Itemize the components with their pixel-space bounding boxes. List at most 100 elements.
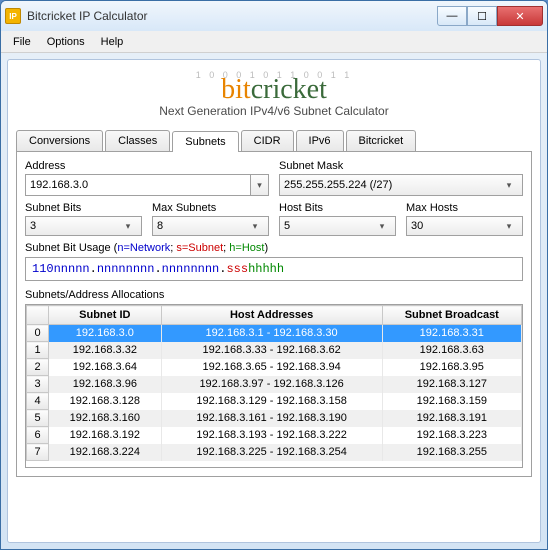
row-index: 4	[27, 393, 49, 410]
row-index: 3	[27, 376, 49, 393]
tab-bitcricket[interactable]: Bitcricket	[346, 130, 417, 151]
row-index: 2	[27, 359, 49, 376]
chevron-down-icon: ▾	[119, 221, 137, 232]
row-index: 7	[27, 444, 49, 461]
table-row[interactable]: 7192.168.3.224192.168.3.225 - 192.168.3.…	[27, 444, 522, 461]
col-subnet-broadcast[interactable]: Subnet Broadcast	[382, 306, 521, 325]
table-row[interactable]: 2192.168.3.64192.168.3.65 - 192.168.3.94…	[27, 359, 522, 376]
host-bits-value: 5	[284, 220, 290, 232]
cell-host-addresses: 192.168.3.33 - 192.168.3.62	[161, 342, 382, 359]
logo-cricket: cricket	[251, 74, 327, 105]
table-row[interactable]: 1192.168.3.32192.168.3.33 - 192.168.3.62…	[27, 342, 522, 359]
chevron-down-icon: ▾	[373, 221, 391, 232]
subnet-bits-combo[interactable]: 3▾	[25, 216, 142, 236]
subnet-mask-value: 255.255.255.224 (/27)	[284, 179, 392, 191]
chevron-down-icon: ▾	[257, 180, 262, 191]
row-index: 5	[27, 410, 49, 427]
subnet-mask-field: Subnet Mask 255.255.255.224 (/27) ▾	[279, 160, 523, 196]
address-label: Address	[25, 160, 269, 172]
row-index: 0	[27, 325, 49, 342]
col-host-addresses[interactable]: Host Addresses	[161, 306, 382, 325]
bit-usage-box: 110nnnnn.nnnnnnnn.nnnnnnnn.ssshhhhh	[25, 257, 523, 281]
app-window: IP Bitcricket IP Calculator — ☐ ✕ File O…	[0, 0, 548, 550]
cell-subnet-id: 192.168.3.96	[49, 376, 162, 393]
logo-bit: bit	[221, 74, 251, 105]
maximize-button[interactable]: ☐	[467, 6, 497, 26]
chevron-down-icon: ▾	[246, 221, 264, 232]
menu-file[interactable]: File	[5, 34, 39, 50]
cell-host-addresses: 192.168.3.1 - 192.168.3.30	[161, 325, 382, 342]
max-hosts-value: 30	[411, 220, 423, 232]
max-subnets-field: Max Subnets 8▾	[152, 202, 269, 236]
content-panel: 1 0 0 0 1 0 1 1 0 0 1 1 bitcricket Next …	[7, 59, 541, 543]
cell-subnet-id: 192.168.3.160	[49, 410, 162, 427]
menu-help[interactable]: Help	[93, 34, 132, 50]
cell-host-addresses: 192.168.3.129 - 192.168.3.158	[161, 393, 382, 410]
allocations-label: Subnets/Address Allocations	[25, 289, 523, 301]
cell-subnet-broadcast: 192.168.3.95	[382, 359, 521, 376]
titlebar[interactable]: IP Bitcricket IP Calculator — ☐ ✕	[1, 1, 547, 31]
cell-host-addresses: 192.168.3.97 - 192.168.3.126	[161, 376, 382, 393]
max-hosts-label: Max Hosts	[406, 202, 523, 214]
menu-options[interactable]: Options	[39, 34, 93, 50]
logo-text: bitcricket	[16, 74, 532, 106]
chevron-down-icon: ▾	[500, 221, 518, 232]
host-bits-field: Host Bits 5▾	[279, 202, 396, 236]
tab-ipv6[interactable]: IPv6	[296, 130, 344, 151]
max-subnets-value: 8	[157, 220, 163, 232]
cell-subnet-id: 192.168.3.32	[49, 342, 162, 359]
cell-subnet-broadcast: 192.168.3.159	[382, 393, 521, 410]
cell-subnet-id: 192.168.3.192	[49, 427, 162, 444]
cell-host-addresses: 192.168.3.161 - 192.168.3.190	[161, 410, 382, 427]
cell-subnet-broadcast: 192.168.3.127	[382, 376, 521, 393]
allocations-table: Subnet ID Host Addresses Subnet Broadcas…	[26, 305, 522, 461]
host-bits-label: Host Bits	[279, 202, 396, 214]
table-row[interactable]: 4192.168.3.128192.168.3.129 - 192.168.3.…	[27, 393, 522, 410]
subnets-panel: Address ▾ Subnet Mask 255.255.255.224 (/…	[16, 152, 532, 477]
table-row[interactable]: 0192.168.3.0192.168.3.1 - 192.168.3.3019…	[27, 325, 522, 342]
subnet-bits-label: Subnet Bits	[25, 202, 142, 214]
tab-cidr[interactable]: CIDR	[241, 130, 294, 151]
cell-subnet-id: 192.168.3.64	[49, 359, 162, 376]
col-index[interactable]	[27, 306, 49, 325]
max-subnets-label: Max Subnets	[152, 202, 269, 214]
bit-usage-label: Subnet Bit Usage (n=Network; s=Subnet; h…	[25, 242, 523, 254]
max-hosts-field: Max Hosts 30 ▾	[406, 202, 523, 236]
table-row[interactable]: 6192.168.3.192192.168.3.193 - 192.168.3.…	[27, 427, 522, 444]
row-index: 6	[27, 427, 49, 444]
table-row[interactable]: 5192.168.3.160192.168.3.161 - 192.168.3.…	[27, 410, 522, 427]
tab-conversions[interactable]: Conversions	[16, 130, 103, 151]
address-field: Address ▾	[25, 160, 269, 196]
address-dropdown-button[interactable]: ▾	[251, 174, 269, 196]
tab-classes[interactable]: Classes	[105, 130, 170, 151]
max-subnets-combo[interactable]: 8▾	[152, 216, 269, 236]
cell-subnet-id: 192.168.3.128	[49, 393, 162, 410]
window-buttons: — ☐ ✕	[437, 6, 543, 26]
cell-subnet-id: 192.168.3.0	[49, 325, 162, 342]
col-subnet-id[interactable]: Subnet ID	[49, 306, 162, 325]
close-button[interactable]: ✕	[497, 6, 543, 26]
table-row[interactable]: 3192.168.3.96192.168.3.97 - 192.168.3.12…	[27, 376, 522, 393]
tab-subnets[interactable]: Subnets	[172, 131, 238, 152]
logo-area: 1 0 0 0 1 0 1 1 0 0 1 1 bitcricket Next …	[16, 66, 532, 120]
host-bits-combo[interactable]: 5▾	[279, 216, 396, 236]
cell-host-addresses: 192.168.3.193 - 192.168.3.222	[161, 427, 382, 444]
subnet-bits-value: 3	[30, 220, 36, 232]
address-input[interactable]	[25, 174, 251, 196]
cell-subnet-broadcast: 192.168.3.255	[382, 444, 521, 461]
subnet-mask-combo[interactable]: 255.255.255.224 (/27) ▾	[279, 174, 523, 196]
cell-host-addresses: 192.168.3.225 - 192.168.3.254	[161, 444, 382, 461]
tab-strip: Conversions Classes Subnets CIDR IPv6 Bi…	[16, 130, 532, 152]
app-icon: IP	[5, 8, 21, 24]
max-hosts-combo[interactable]: 30 ▾	[406, 216, 523, 236]
subnet-mask-label: Subnet Mask	[279, 160, 523, 172]
minimize-button[interactable]: —	[437, 6, 467, 26]
cell-subnet-broadcast: 192.168.3.63	[382, 342, 521, 359]
row-index: 1	[27, 342, 49, 359]
window-title: Bitcricket IP Calculator	[27, 9, 437, 23]
menubar: File Options Help	[1, 31, 547, 53]
cell-subnet-broadcast: 192.168.3.191	[382, 410, 521, 427]
subnet-bits-field: Subnet Bits 3▾	[25, 202, 142, 236]
cell-subnet-broadcast: 192.168.3.223	[382, 427, 521, 444]
allocations-table-wrap[interactable]: Subnet ID Host Addresses Subnet Broadcas…	[25, 304, 523, 468]
